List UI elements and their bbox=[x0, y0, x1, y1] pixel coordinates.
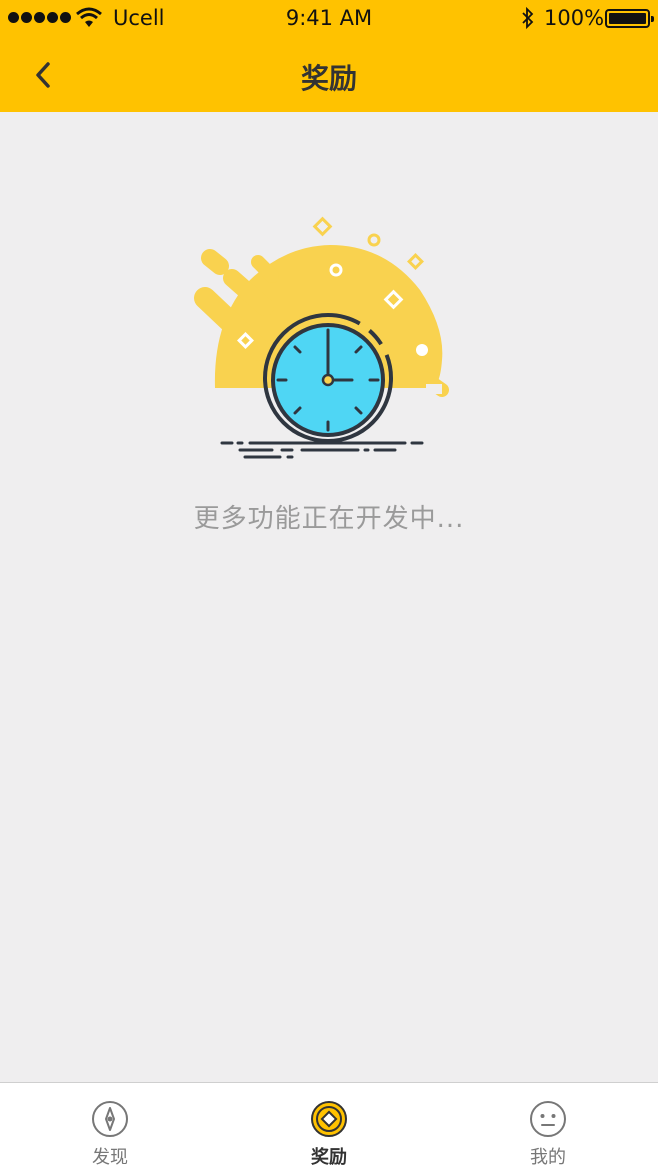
reward-coin-icon bbox=[311, 1101, 347, 1137]
empty-state-message: 更多功能正在开发中... bbox=[193, 504, 465, 534]
tab-label: 我的 bbox=[530, 1147, 566, 1168]
bluetooth-icon bbox=[522, 6, 534, 30]
rewards-screen: Ucell 9:41 AM 100% 奖励 更多功能正在开发中... 发现 奖励… bbox=[0, 0, 658, 1170]
tab-rewards[interactable]: 奖励 bbox=[269, 1083, 389, 1170]
clock bbox=[263, 313, 393, 443]
battery-icon bbox=[605, 9, 654, 28]
page-title: 奖励 bbox=[300, 62, 357, 95]
tab-discover[interactable]: 发现 bbox=[50, 1083, 170, 1170]
face-icon bbox=[530, 1101, 566, 1137]
compass-icon bbox=[92, 1101, 128, 1137]
battery-percent: 100% bbox=[544, 6, 605, 30]
tab-mine[interactable]: 我的 bbox=[488, 1083, 608, 1170]
tab-bar: 发现 奖励 我的 bbox=[0, 1082, 658, 1170]
tab-label: 发现 bbox=[92, 1147, 128, 1168]
clock-illustration bbox=[194, 216, 449, 459]
status-bar: Ucell 9:41 AM 100% bbox=[0, 0, 658, 37]
tab-label: 奖励 bbox=[311, 1147, 347, 1168]
navigation-bar: 奖励 bbox=[0, 37, 658, 112]
ground-lines bbox=[220, 441, 424, 459]
